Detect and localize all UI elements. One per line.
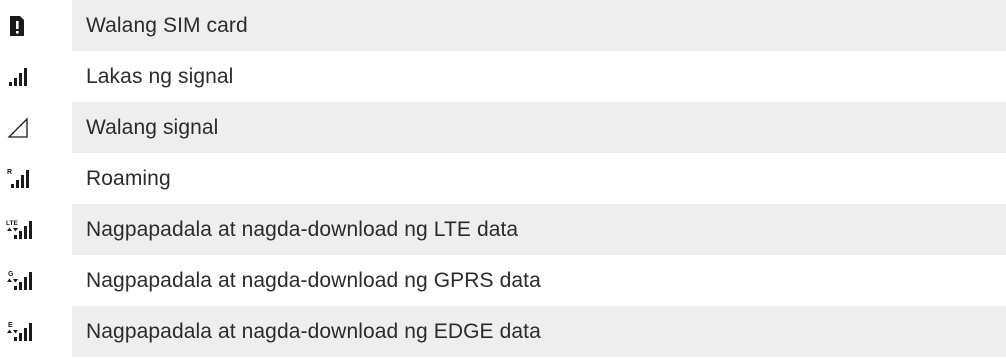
svg-text:LTE: LTE bbox=[6, 220, 18, 227]
table-row: E Nagpapadala at nagda-download ng EDGE … bbox=[0, 306, 1006, 357]
row-label: Nagpapadala at nagda-download ng EDGE da… bbox=[72, 306, 1006, 357]
table-row: Lakas ng signal bbox=[0, 51, 1006, 102]
signal-strength-icon bbox=[0, 51, 72, 102]
lte-data-icon: LTE bbox=[0, 204, 72, 255]
row-label: Roaming bbox=[86, 166, 171, 190]
table-row: LTE Nagpapadala at nagda-download ng LTE… bbox=[0, 204, 1006, 255]
gprs-data-icon: G bbox=[0, 255, 72, 306]
table-row: Walang signal bbox=[0, 102, 1006, 153]
roaming-signal-icon: R bbox=[0, 153, 72, 204]
row-label: Walang SIM card bbox=[72, 0, 1006, 51]
table-row: Walang SIM card bbox=[0, 0, 1006, 51]
sim-missing-icon bbox=[0, 0, 72, 51]
row-label: Nagpapadala at nagda-download ng LTE dat… bbox=[72, 204, 1006, 255]
row-label: Walang signal bbox=[72, 102, 1006, 153]
svg-text:G: G bbox=[8, 271, 14, 278]
table-row: G Nagpapadala at nagda-download ng GPRS … bbox=[0, 255, 1006, 306]
row-label: Lakas ng signal bbox=[86, 64, 234, 88]
svg-text:E: E bbox=[8, 322, 13, 329]
row-label: Nagpapadala at nagda-download ng GPRS da… bbox=[86, 268, 541, 292]
svg-text:R: R bbox=[7, 169, 12, 176]
edge-data-icon: E bbox=[0, 306, 72, 357]
status-icon-table: Walang SIM card Lakas ng signal Walang s… bbox=[0, 0, 1006, 358]
no-signal-icon bbox=[0, 102, 72, 153]
table-row: R Roaming bbox=[0, 153, 1006, 204]
